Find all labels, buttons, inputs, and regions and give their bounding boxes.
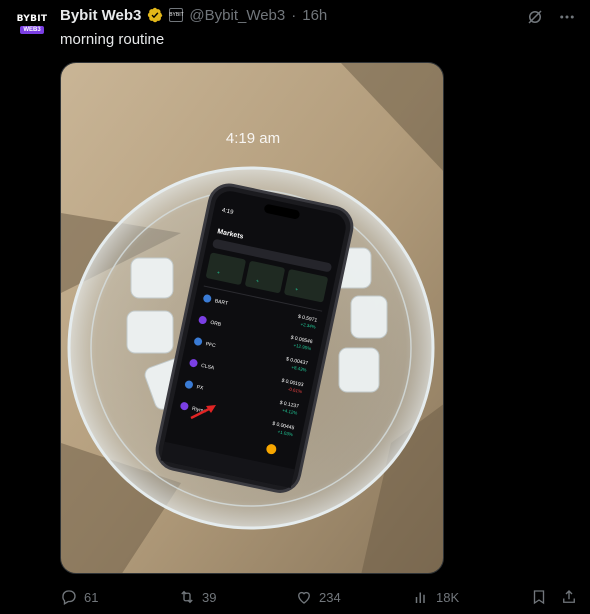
grok-icon[interactable] [526, 8, 544, 26]
top-right-actions [526, 8, 576, 26]
separator-dot: · [291, 6, 297, 24]
tweet-text: morning routine [60, 31, 165, 48]
like-count: 234 [319, 589, 341, 605]
tweet-image[interactable]: 4:19 am 4:19 Markets + + + BART $ 0.5971 +… [60, 62, 444, 574]
avatar[interactable]: BYBIT WEB3 [16, 8, 48, 40]
author-name[interactable]: Bybit Web3 [60, 7, 141, 24]
reply-button[interactable]: 61 [60, 587, 98, 607]
repost-button[interactable]: 39 [178, 587, 216, 607]
tweet-time[interactable]: 16h [302, 7, 327, 24]
bookmark-icon [533, 590, 545, 605]
tweet-header: Bybit Web3 BYBIT @Bybit_Web3 · 16h [60, 5, 327, 25]
verified-badge-icon[interactable] [147, 7, 163, 23]
more-options-icon[interactable] [558, 8, 576, 26]
repost-icon [181, 590, 193, 604]
tweet-actions: 61 39 234 18K [60, 587, 578, 607]
affiliate-badge-icon[interactable]: BYBIT [169, 8, 184, 22]
views-icon [415, 592, 425, 603]
bookmark-button[interactable] [530, 587, 548, 607]
avatar-sub-badge: WEB3 [20, 26, 44, 34]
share-button[interactable] [560, 587, 578, 607]
repost-count: 39 [202, 589, 217, 605]
author-handle[interactable]: @Bybit_Web3 [189, 7, 285, 24]
view-count: 18K [436, 589, 460, 605]
image-time-overlay: 4:19 am [226, 130, 280, 147]
like-button[interactable]: 234 [295, 587, 341, 607]
avatar-brand-text: BYBIT [16, 14, 48, 24]
views-button[interactable]: 18K [412, 587, 459, 607]
share-icon [563, 590, 575, 603]
reply-icon [62, 590, 76, 605]
heart-icon [298, 591, 310, 604]
reply-count: 61 [84, 589, 99, 605]
